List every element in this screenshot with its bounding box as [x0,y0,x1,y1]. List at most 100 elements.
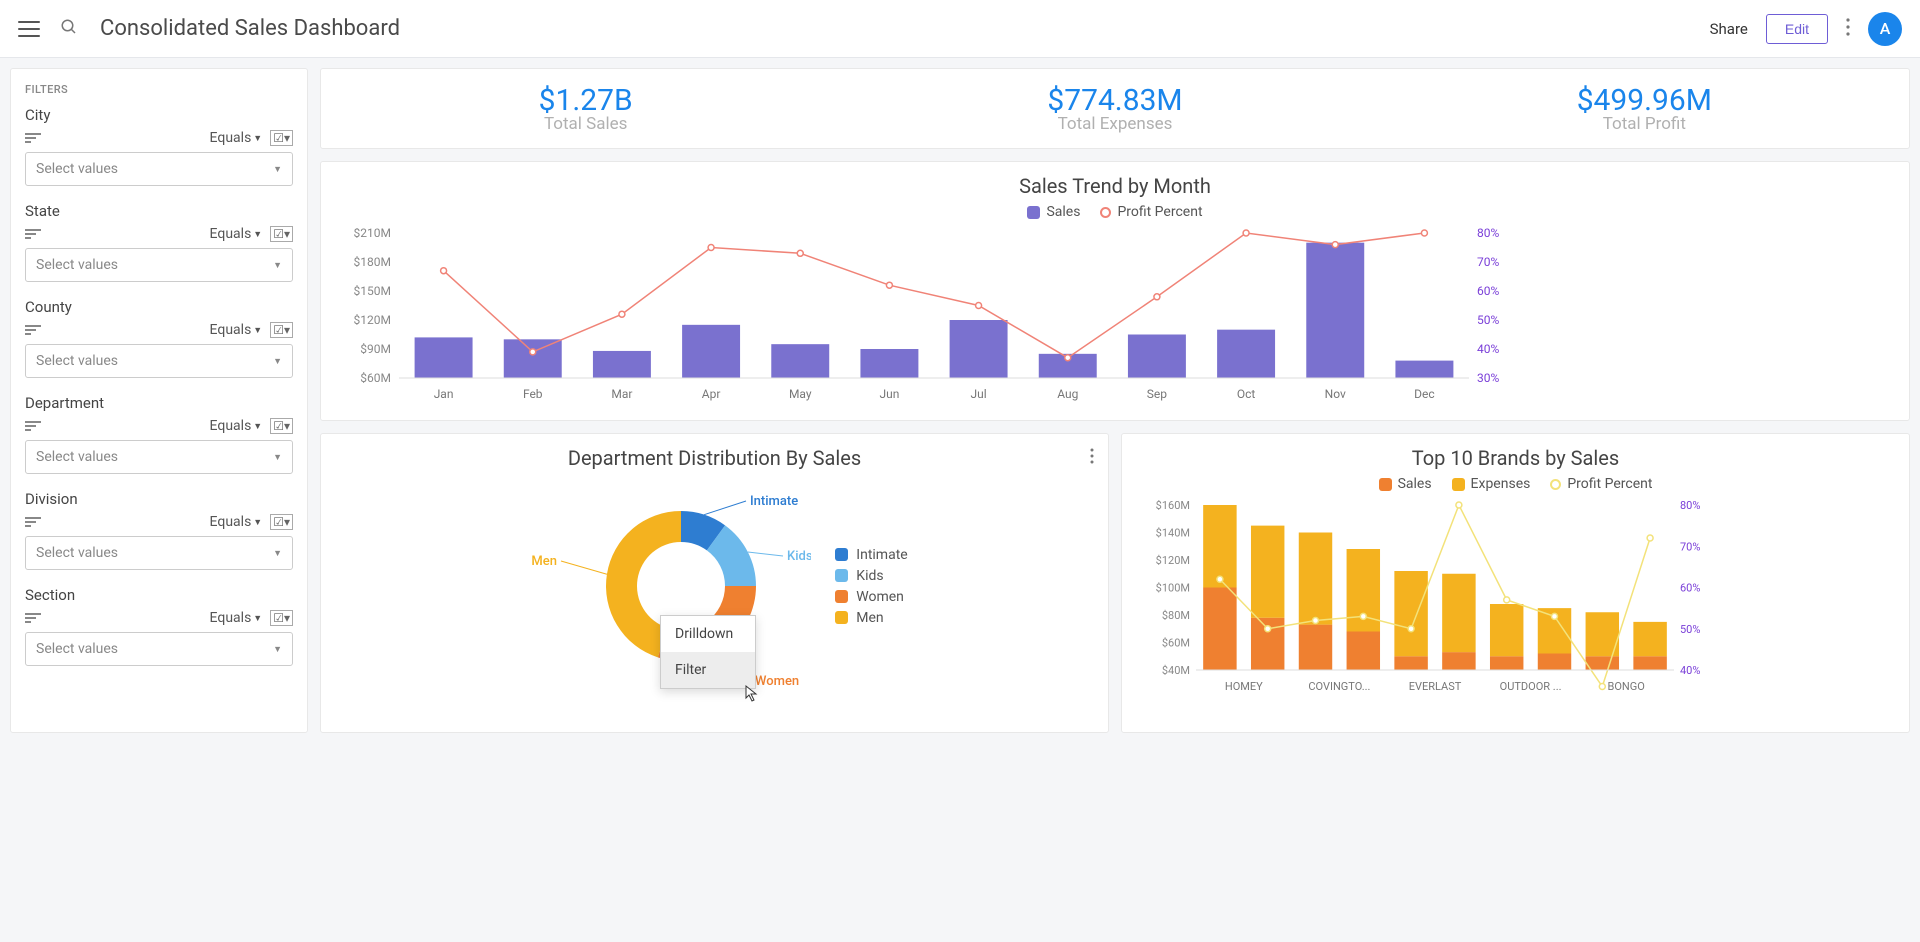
filter-label: County [25,298,293,316]
select-values[interactable]: Select values▼ [25,344,293,378]
kpi-label: Total Sales [321,114,850,134]
sales-trend-chart[interactable]: $60M$90M$120M$150M$180M$210M30%40%50%60%… [339,228,1519,408]
kpi-value: $499.96M [1380,83,1909,118]
svg-text:Oct: Oct [1237,387,1256,401]
menu-icon[interactable] [18,21,40,37]
filter-label: Department [25,394,293,412]
equals-dropdown[interactable]: Equals▼ [210,322,263,338]
kpi-row: $1.27BTotal Sales$774.83MTotal Expenses$… [320,68,1910,149]
filter-county: County Equals▼ ☑▾ Select values▼ [25,298,293,378]
bars-icon [25,229,41,239]
page-title: Consolidated Sales Dashboard [100,16,400,41]
legend-expenses: Expenses [1471,476,1531,492]
svg-text:Apr: Apr [702,387,721,401]
select-values[interactable]: Select values▼ [25,248,293,282]
checklist-icon[interactable]: ☑▾ [270,322,293,338]
select-values[interactable]: Select values▼ [25,152,293,186]
svg-text:$120M: $120M [354,313,391,327]
svg-text:$40M: $40M [1162,664,1190,677]
svg-text:$210M: $210M [354,228,391,240]
filter-city: City Equals▼ ☑▾ Select values▼ [25,106,293,186]
svg-text:80%: 80% [1477,228,1499,240]
context-menu-drilldown[interactable]: Drilldown [661,616,755,652]
svg-text:80%: 80% [1680,500,1700,512]
bars-icon [25,613,41,623]
legend-profit-pct: Profit Percent [1117,204,1202,220]
svg-text:$60M: $60M [360,371,391,385]
checklist-icon[interactable]: ☑▾ [270,610,293,626]
svg-text:$100M: $100M [1156,582,1190,595]
kpi-label: Total Expenses [850,114,1379,134]
filter-department: Department Equals▼ ☑▾ Select values▼ [25,394,293,474]
equals-dropdown[interactable]: Equals▼ [210,226,263,242]
app-header: Consolidated Sales Dashboard Share Edit … [0,0,1920,58]
filter-label: City [25,106,293,124]
svg-text:$80M: $80M [1162,609,1190,622]
bars-icon [25,421,41,431]
svg-text:$90M: $90M [360,342,391,356]
svg-text:$140M: $140M [1156,527,1190,540]
dept-title: Department Distribution By Sales [339,446,1090,470]
svg-text:OUTDOOR ...: OUTDOOR ... [1500,680,1562,693]
legend-item: Intimate [835,547,907,563]
svg-text:May: May [789,387,812,401]
svg-text:Mar: Mar [611,387,632,401]
svg-text:Nov: Nov [1325,387,1346,401]
filter-label: Section [25,586,293,604]
bars-icon [25,517,41,527]
legend-profit-pct-b: Profit Percent [1567,476,1652,492]
legend-item: Men [835,610,907,626]
filters-panel: FILTERS City Equals▼ ☑▾ Select values▼St… [10,68,308,733]
top-brands-card: Top 10 Brands by Sales Sales Expenses Pr… [1121,433,1910,733]
svg-text:70%: 70% [1680,540,1700,553]
filter-division: Division Equals▼ ☑▾ Select values▼ [25,490,293,570]
cursor-icon [744,684,760,708]
checklist-icon[interactable]: ☑▾ [270,226,293,242]
svg-text:Jun: Jun [879,387,899,401]
svg-text:Jan: Jan [434,387,454,401]
filter-section: Section Equals▼ ☑▾ Select values▼ [25,586,293,666]
checklist-icon[interactable]: ☑▾ [270,130,293,146]
legend-item: Women [835,589,907,605]
kpi: $774.83MTotal Expenses [850,83,1379,134]
legend-sales-b: Sales [1398,476,1432,492]
sales-trend-card: Sales Trend by Month Sales Profit Percen… [320,161,1910,421]
checklist-icon[interactable]: ☑▾ [270,418,293,434]
kpi-value: $774.83M [850,83,1379,118]
checklist-icon[interactable]: ☑▾ [270,514,293,530]
more-icon[interactable] [1846,18,1850,40]
svg-text:$120M: $120M [1156,554,1190,567]
card-more-icon[interactable] [1090,448,1094,468]
equals-dropdown[interactable]: Equals▼ [210,130,263,146]
svg-text:40%: 40% [1680,664,1700,677]
share-button[interactable]: Share [1710,20,1748,38]
brands-chart[interactable]: $40M$60M$80M$100M$120M$140M$160M40%50%60… [1140,500,1720,700]
equals-dropdown[interactable]: Equals▼ [210,418,263,434]
avatar[interactable]: A [1868,12,1902,46]
filter-state: State Equals▼ ☑▾ Select values▼ [25,202,293,282]
svg-text:HOMEY: HOMEY [1225,680,1263,693]
sales-trend-legend: Sales Profit Percent [339,204,1891,220]
svg-text:EVERLAST: EVERLAST [1409,680,1462,693]
svg-text:Feb: Feb [523,387,543,401]
select-values[interactable]: Select values▼ [25,440,293,474]
svg-text:Women: Women [755,674,799,689]
svg-text:BONGO: BONGO [1608,680,1645,693]
context-menu-filter[interactable]: Filter [661,652,755,688]
svg-text:Sep: Sep [1147,387,1167,401]
svg-text:Intimate: Intimate [750,494,798,509]
sales-trend-title: Sales Trend by Month [339,174,1891,198]
svg-text:$60M: $60M [1162,637,1190,650]
equals-dropdown[interactable]: Equals▼ [210,610,263,626]
select-values[interactable]: Select values▼ [25,536,293,570]
edit-button[interactable]: Edit [1766,14,1828,44]
equals-dropdown[interactable]: Equals▼ [210,514,263,530]
svg-text:50%: 50% [1477,313,1499,327]
svg-text:$180M: $180M [354,255,391,269]
select-values[interactable]: Select values▼ [25,632,293,666]
svg-text:50%: 50% [1680,623,1700,636]
search-icon[interactable] [60,18,78,40]
filters-heading: FILTERS [25,83,293,96]
bars-icon [25,325,41,335]
dept-legend: IntimateKidsWomenMen [835,542,907,631]
